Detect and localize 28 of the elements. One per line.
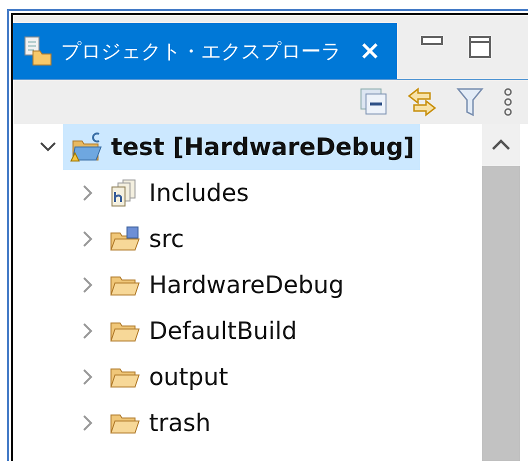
source-folder-icon	[109, 225, 141, 253]
explorer-icon	[23, 35, 53, 67]
collapse-all-icon[interactable]	[360, 88, 388, 116]
expand-chevron-icon[interactable]	[82, 184, 94, 202]
expand-chevron-icon[interactable]	[82, 322, 94, 340]
filter-icon[interactable]	[456, 87, 484, 117]
tree-item[interactable]: HardwareDebug	[103, 262, 350, 308]
link-arrows-icon[interactable]	[406, 87, 438, 117]
expand-chevron-icon[interactable]	[82, 414, 94, 432]
collapse-chevron-icon[interactable]	[39, 141, 57, 153]
maximize-icon[interactable]	[469, 36, 491, 58]
tree-item[interactable]: DefaultBuild	[103, 308, 303, 354]
expand-chevron-icon[interactable]	[82, 276, 94, 294]
view-tab[interactable]: プロジェクト・エクスプローラ ×	[13, 23, 397, 79]
scrollbar[interactable]	[482, 124, 520, 461]
expand-chevron-icon[interactable]	[82, 368, 94, 386]
expand-chevron-icon[interactable]	[82, 230, 94, 248]
scroll-up-icon[interactable]	[491, 139, 511, 151]
view-title[interactable]: プロジェクト・エクスプローラ	[61, 38, 341, 64]
tree-item[interactable]: src	[103, 216, 190, 262]
tree-item[interactable]: test [HardwareDebug]	[63, 124, 420, 170]
view-menu-icon[interactable]	[502, 88, 514, 116]
tree-item[interactable]: Includes	[103, 170, 255, 216]
tree-item[interactable]: output	[103, 354, 234, 400]
close-button[interactable]: ×	[359, 36, 381, 66]
project-folder-icon	[69, 131, 103, 163]
tree-item[interactable]: trash	[103, 400, 217, 446]
minimize-icon[interactable]	[421, 36, 443, 46]
